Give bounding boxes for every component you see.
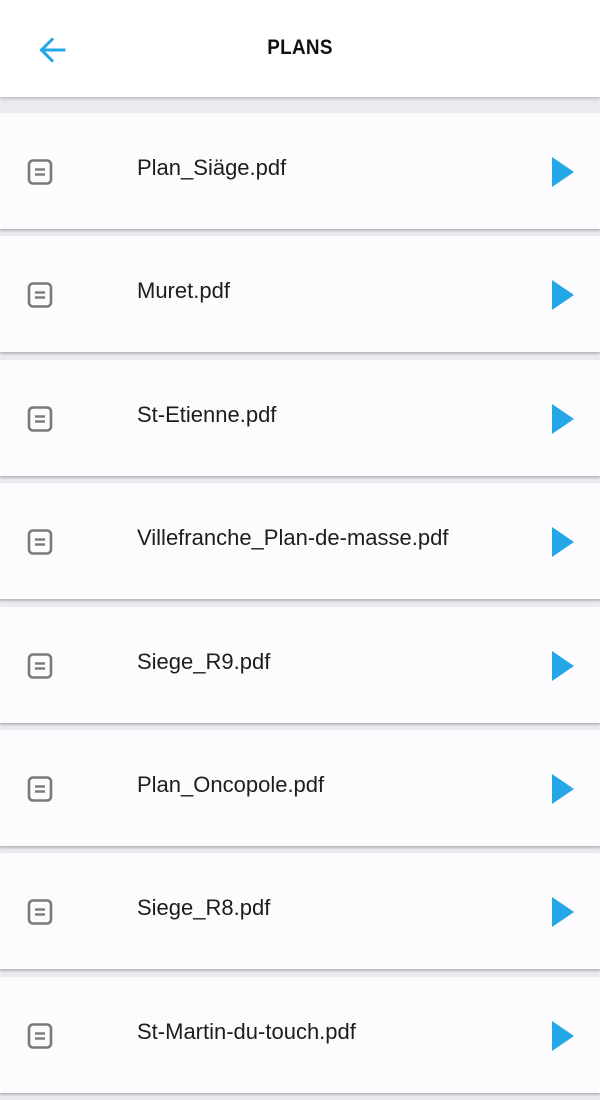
file-name: Villefranche_Plan-de-masse.pdf [137,525,449,551]
file-name: Plan_Siäge.pdf [137,155,287,180]
file-item[interactable]: St-Martin-du-touch.pdf [0,976,600,1093]
document-icon [27,652,53,679]
file-item[interactable]: St-Etienne.pdf [0,359,600,476]
document-icon [27,159,53,185]
app-header: PLANS [0,0,600,97]
document-icon [27,776,53,802]
file-name: Siege_R9.pdf [137,648,271,674]
file-list: Plan_Siäge.pdf Muret.pdf St-Etienne.pdf [0,113,600,1100]
file-name: Siege_R8.pdf [137,895,271,921]
page-title: PLANS [267,36,333,59]
file-item[interactable]: Muret.pdf [0,236,600,353]
file-name: Plan_Oncopole.pdf [137,771,325,797]
play-icon[interactable] [549,772,577,806]
play-icon[interactable] [549,402,577,436]
file-item[interactable]: Siege_R9.pdf [0,606,600,723]
document-icon [27,529,53,555]
document-icon [27,899,53,926]
play-icon[interactable] [549,1019,577,1053]
play-icon[interactable] [549,155,577,189]
play-icon[interactable] [549,895,577,929]
file-name: St-Etienne.pdf [137,401,277,427]
document-icon [27,405,53,432]
file-item[interactable]: Plan_Oncopole.pdf [0,729,600,846]
file-item[interactable]: Villefranche_Plan-de-masse.pdf [0,483,600,600]
file-item[interactable]: Plan_Siäge.pdf [0,113,600,229]
play-icon[interactable] [549,525,577,559]
document-icon [27,282,53,309]
file-name: St-Martin-du-touch.pdf [137,1018,356,1044]
file-name: Muret.pdf [137,278,230,304]
play-icon[interactable] [549,278,577,312]
play-icon[interactable] [549,649,577,683]
file-item[interactable]: Siege_R8.pdf [0,853,600,970]
document-icon [27,1022,53,1049]
